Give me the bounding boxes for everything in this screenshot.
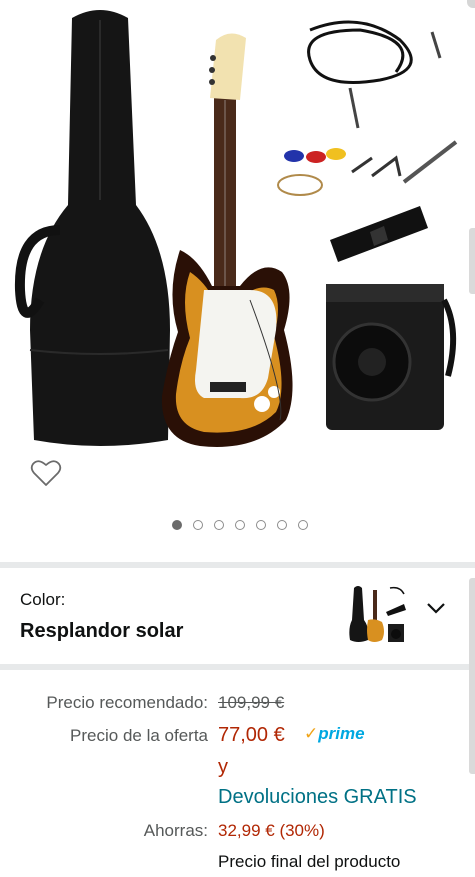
chevron-down-icon[interactable] (425, 600, 447, 616)
section-divider (0, 664, 475, 670)
color-selector[interactable]: Color: Resplandor solar (0, 572, 475, 664)
product-image (14, 10, 458, 447)
carousel-dot-4[interactable] (234, 520, 245, 530)
scrollbar-thumb[interactable] (469, 228, 475, 294)
carousel-dot-2[interactable] (192, 520, 203, 530)
and-word: y (218, 756, 228, 778)
prime-label: prime (318, 724, 365, 743)
deal-price-label: Precio de la oferta (70, 726, 208, 745)
carousel-dot-7[interactable] (297, 520, 308, 530)
deal-price: 77,00 € (218, 724, 285, 746)
carousel-dots (0, 520, 475, 530)
free-returns-link[interactable]: Devoluciones GRATIS (218, 786, 417, 809)
savings-value: 32,99 € (30%) (218, 821, 325, 840)
color-swatch-thumbnail[interactable] (346, 584, 410, 646)
prime-check-icon: ✓ (304, 724, 319, 743)
section-divider (0, 562, 475, 568)
list-price: 109,99 € (218, 693, 285, 712)
carousel-dot-6[interactable] (276, 520, 287, 530)
product-image-carousel[interactable] (0, 0, 475, 560)
carousel-dot-5[interactable] (255, 520, 266, 530)
prime-badge: ✓prime (304, 724, 365, 744)
heart-icon[interactable] (30, 458, 62, 488)
scrollbar-thumb[interactable] (469, 578, 475, 774)
color-value: Resplandor solar (20, 620, 184, 642)
carousel-dot-3[interactable] (213, 520, 224, 530)
final-price-note: Precio final del producto (218, 852, 401, 871)
list-price-label: Precio recomendado: (46, 693, 208, 712)
savings-label: Ahorras: (143, 821, 208, 840)
carousel-dot-1[interactable] (171, 520, 182, 530)
color-label: Color: (20, 590, 66, 609)
